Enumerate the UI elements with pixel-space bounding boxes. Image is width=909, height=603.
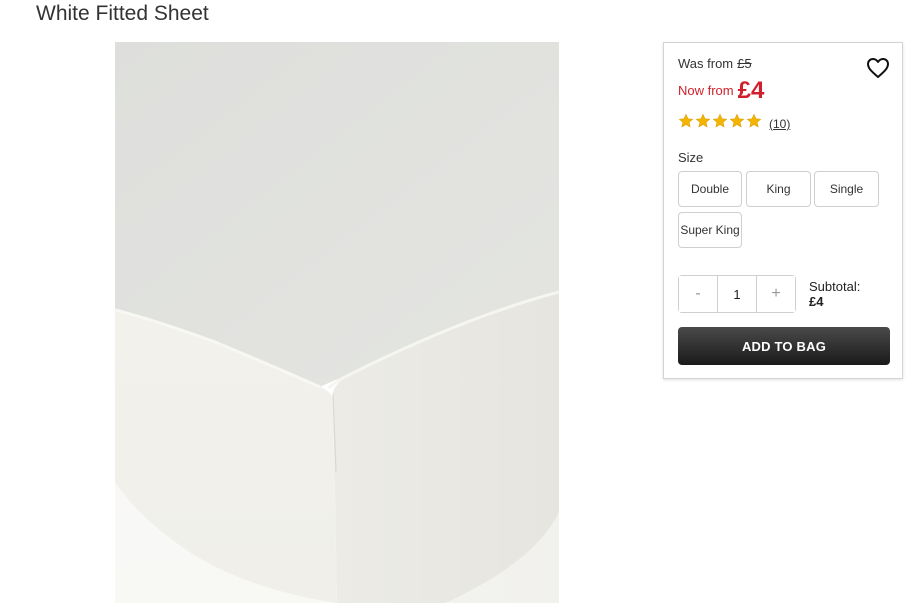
size-option-king[interactable]: King bbox=[746, 171, 811, 207]
star-icon bbox=[729, 113, 745, 128]
subtotal-value: £4 bbox=[809, 294, 824, 309]
star-icon bbox=[695, 113, 711, 128]
add-to-bag-button[interactable]: ADD TO BAG bbox=[678, 327, 890, 365]
star-icon bbox=[678, 113, 694, 128]
stars bbox=[678, 113, 763, 134]
quantity-decrement-button[interactable]: - bbox=[679, 276, 717, 312]
size-option-single[interactable]: Single bbox=[814, 171, 879, 207]
quantity-increment-button[interactable]: + bbox=[757, 276, 795, 312]
now-label: Now from bbox=[678, 83, 734, 98]
now-price-value: £4 bbox=[737, 77, 765, 104]
subtotal-label: Subtotal: bbox=[809, 279, 861, 294]
review-count-link[interactable]: (10) bbox=[769, 117, 790, 131]
was-label: Was from bbox=[678, 56, 734, 71]
quantity-input[interactable] bbox=[717, 276, 757, 312]
was-price-value: £5 bbox=[737, 56, 752, 71]
size-label: Size bbox=[678, 150, 704, 165]
star-icon bbox=[712, 113, 728, 128]
was-price: Was from £5 bbox=[678, 56, 752, 71]
subtotal: Subtotal: £4 bbox=[809, 279, 860, 309]
product-image bbox=[115, 42, 559, 603]
quantity-stepper: - + bbox=[678, 275, 796, 313]
purchase-panel: Was from £5 Now from £4 (10) Size Double K… bbox=[663, 42, 903, 379]
star-icon bbox=[746, 113, 762, 128]
size-option-super-king[interactable]: Super King bbox=[678, 212, 742, 248]
product-title: White Fitted Sheet bbox=[36, 2, 209, 25]
size-option-double[interactable]: Double bbox=[678, 171, 742, 207]
star-rating: (10) bbox=[678, 113, 790, 134]
now-price: Now from £4 bbox=[678, 77, 764, 105]
heart-icon[interactable] bbox=[866, 57, 890, 79]
